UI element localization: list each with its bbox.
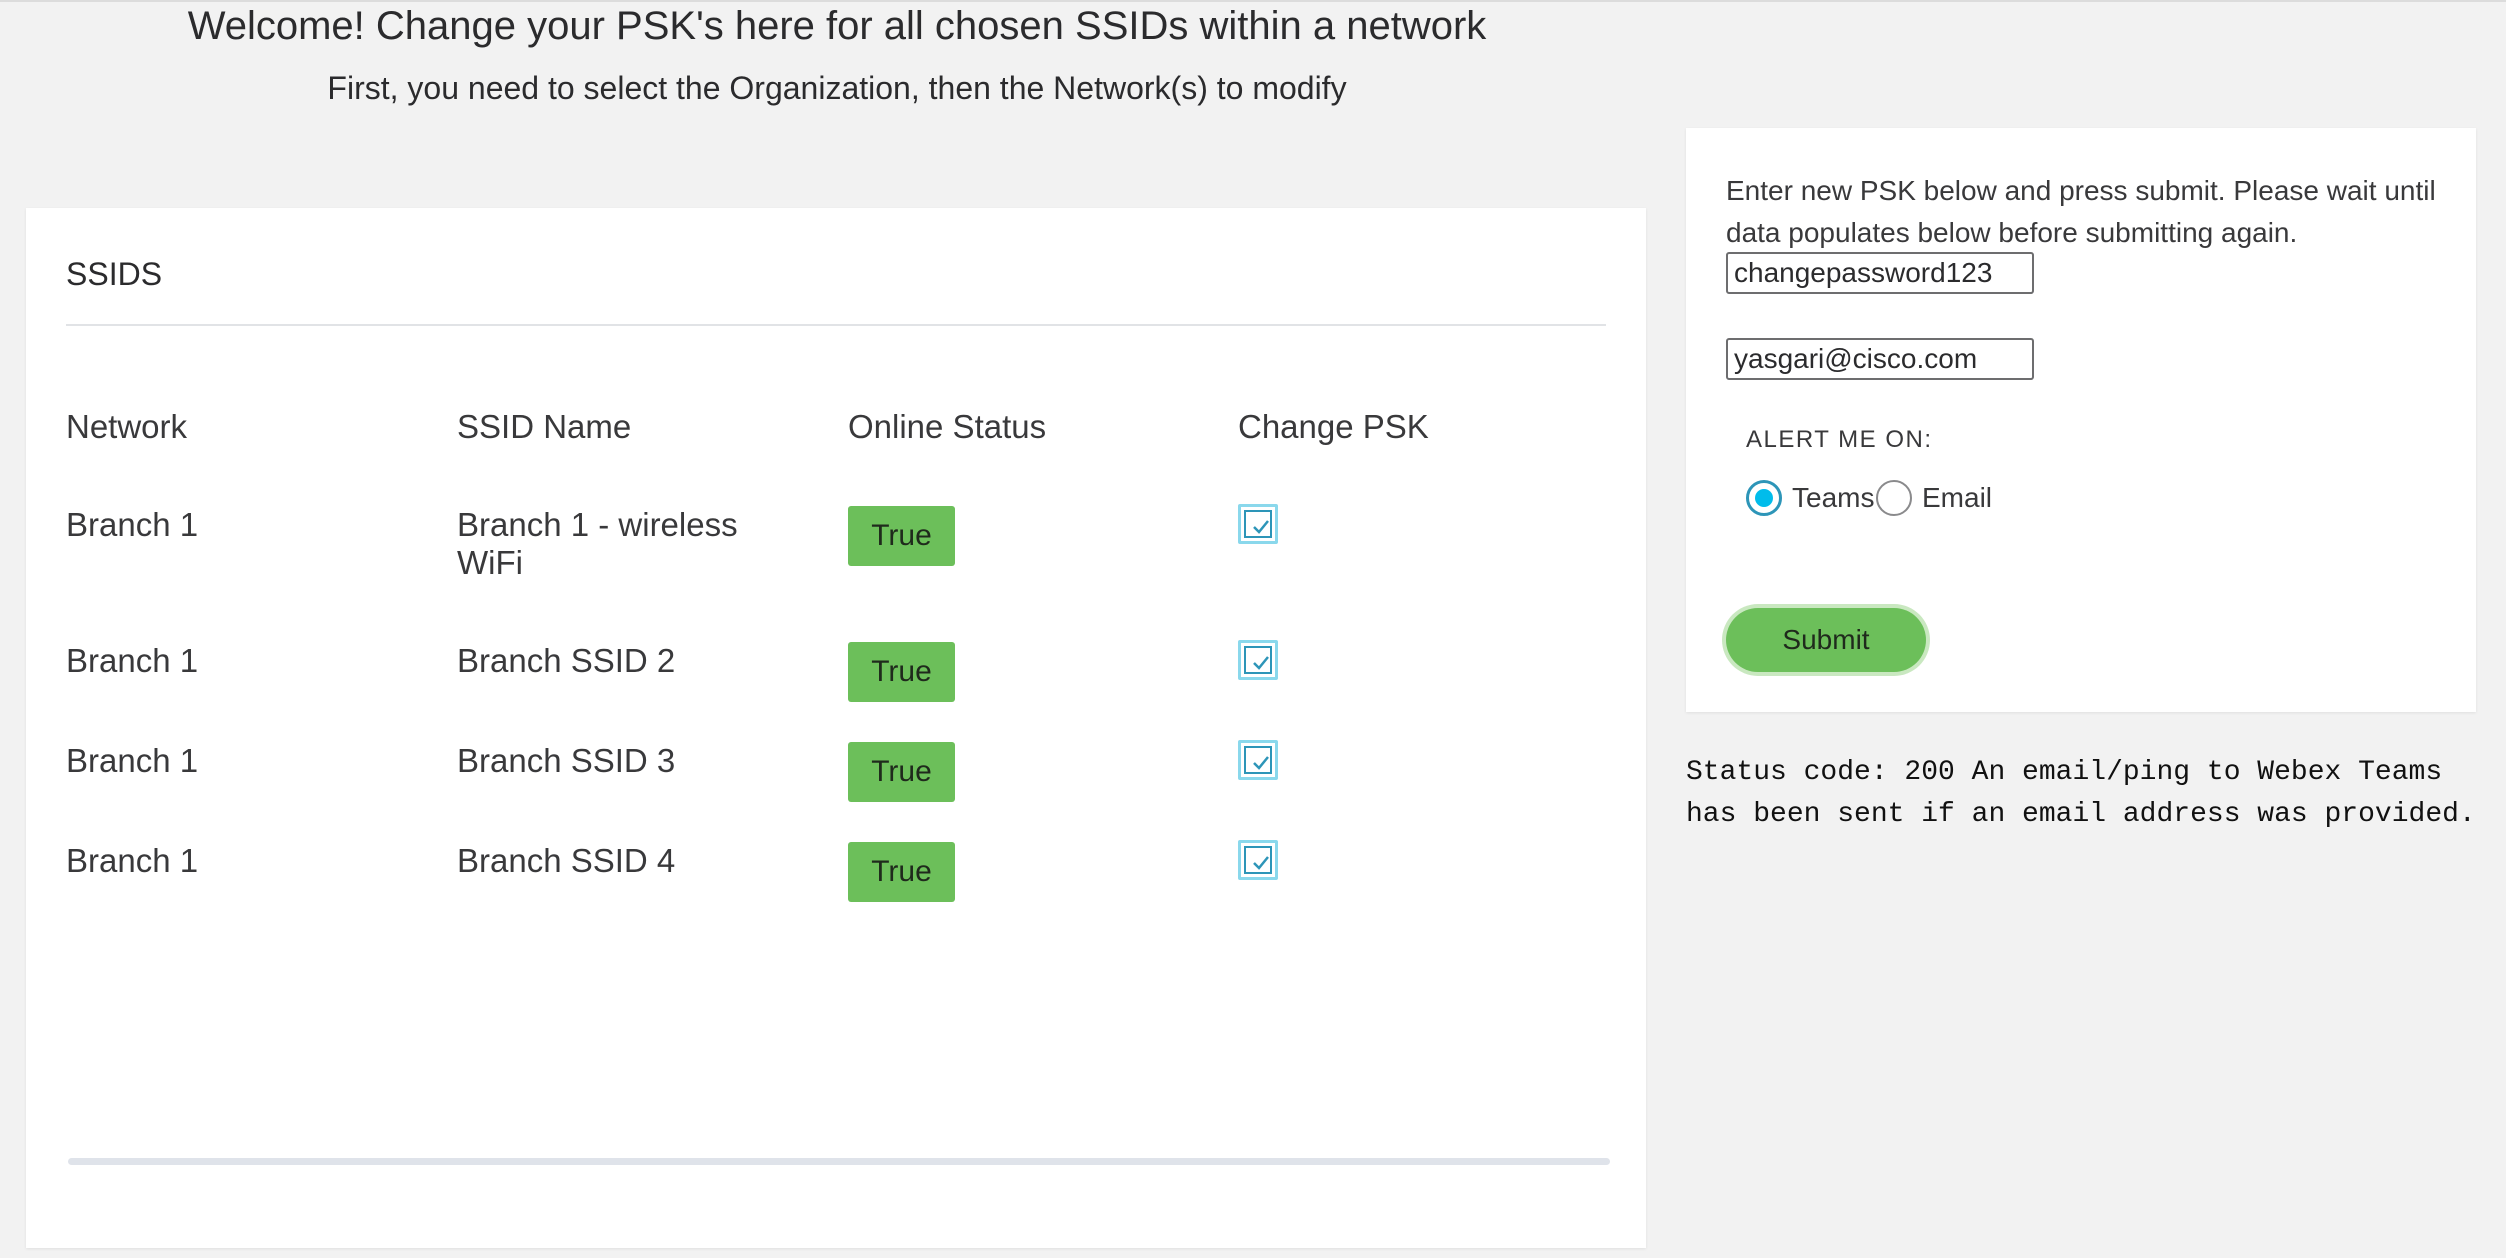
checkmark-icon xyxy=(1253,756,1269,770)
ssids-card-title: SSIDS xyxy=(66,256,163,292)
status-message: Status code: 200 An email/ping to Webex … xyxy=(1686,757,2476,830)
psk-instructions: Enter new PSK below and press submit. Pl… xyxy=(1726,175,2436,248)
ssids-card: SSIDS Network SSID Name Online Status Ch… xyxy=(26,208,1646,1248)
column-header-ssid-name: SSID Name xyxy=(457,408,632,445)
email-input[interactable] xyxy=(1726,338,2034,380)
change-psk-checkbox[interactable] xyxy=(1238,740,1278,780)
row-network: Branch 1 xyxy=(66,742,199,779)
row-network: Branch 1 xyxy=(66,842,199,879)
row-network: Branch 1 xyxy=(66,642,199,679)
row-ssid-name: Branch SSID 3 xyxy=(457,742,676,779)
radio-email-label: Email xyxy=(1922,482,1993,513)
submit-button[interactable]: Submit xyxy=(1726,608,1926,672)
radio-email[interactable] xyxy=(1876,480,1912,516)
status-badge: True xyxy=(848,842,955,902)
status-badge: True xyxy=(848,742,955,802)
page-title: Welcome! Change your PSK's here for all … xyxy=(187,4,1487,48)
row-ssid-name-line2: WiFi xyxy=(457,544,523,581)
row-ssid-name: Branch SSID 2 xyxy=(457,642,676,679)
change-psk-checkbox[interactable] xyxy=(1238,504,1278,544)
row-network: Branch 1 xyxy=(66,506,199,543)
card-divider xyxy=(66,324,1606,326)
row-ssid-name-line1: Branch 1 - wireless xyxy=(457,506,738,543)
checkmark-icon xyxy=(1253,520,1269,534)
column-header-change-psk: Change PSK xyxy=(1238,408,1429,445)
horizontal-scrollbar[interactable] xyxy=(68,1158,1610,1165)
radio-teams-label: Teams xyxy=(1792,482,1875,513)
column-header-network: Network xyxy=(66,408,188,445)
checkmark-icon xyxy=(1253,856,1269,870)
checkmark-icon xyxy=(1253,656,1269,670)
column-header-online-status: Online Status xyxy=(848,408,1047,445)
row-ssid-name: Branch 1 - wireless WiFi xyxy=(457,506,787,582)
change-psk-checkbox[interactable] xyxy=(1238,840,1278,880)
row-ssid-name: Branch SSID 4 xyxy=(457,842,676,879)
page-subtitle: First, you need to select the Organizati… xyxy=(327,70,1347,106)
change-psk-checkbox[interactable] xyxy=(1238,640,1278,680)
radio-teams[interactable] xyxy=(1746,480,1782,516)
psk-input[interactable] xyxy=(1726,252,2034,294)
status-badge: True xyxy=(848,506,955,566)
psk-form-card: Enter new PSK below and press submit. Pl… xyxy=(1686,128,2476,712)
alert-me-on-label: ALERT ME ON: xyxy=(1746,426,1933,453)
status-badge: True xyxy=(848,642,955,702)
